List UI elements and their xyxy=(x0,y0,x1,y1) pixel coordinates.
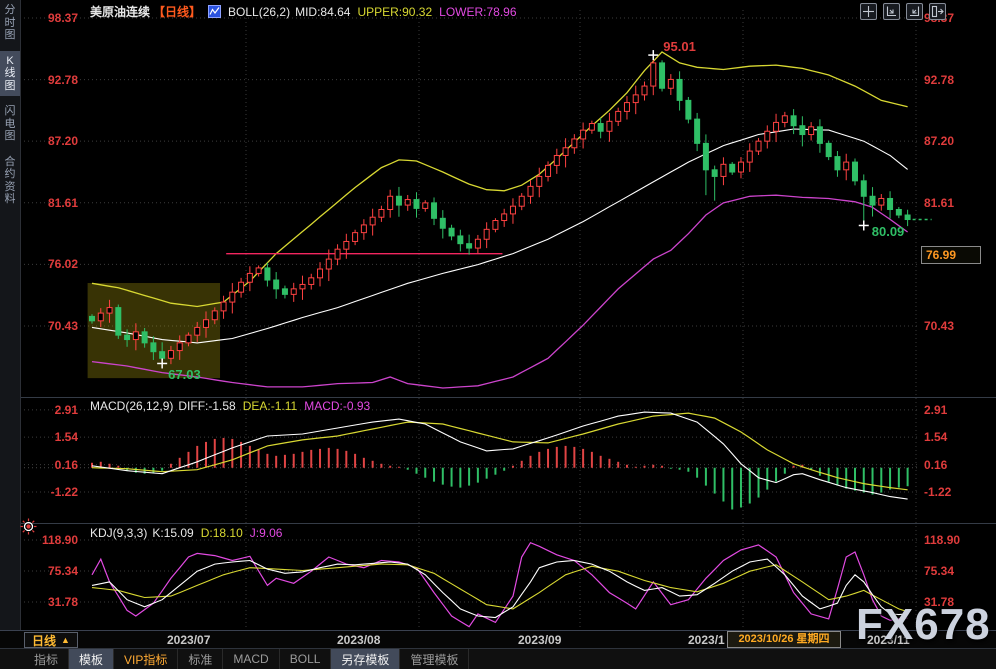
price-annotation: 80.09 xyxy=(871,224,905,240)
boll-mid-value: MID:84.64 xyxy=(295,4,351,19)
main-axis-label-left: 92.78 xyxy=(47,72,78,87)
price-annotation: 67.03 xyxy=(168,367,201,383)
macd-axis-label-left: 1.54 xyxy=(54,430,78,445)
boll-upper-value: UPPER:90.32 xyxy=(357,4,433,19)
macd-axis-label-left: 0.16 xyxy=(54,457,78,472)
trading-terminal: 分时图 K线图闪电图合约资料 美原油连续 【日线】 BOLL(26,2) MID:… xyxy=(0,0,996,669)
macd-axis-label-left: 2.91 xyxy=(54,402,78,417)
sidebar-item-分时图[interactable]: 分时图 xyxy=(0,0,20,46)
main-axis-label-left: 81.61 xyxy=(47,195,78,210)
kdj-axis-label-left: 118.90 xyxy=(41,532,78,547)
kdj-title: KDJ(9,3,3) xyxy=(90,526,148,540)
crosshair-pan-icon[interactable] xyxy=(860,3,877,20)
kdj-d-value: D:18.10 xyxy=(200,526,243,540)
main-axis-label-left: 87.20 xyxy=(47,134,78,149)
fx678-watermark: FX678 xyxy=(856,600,991,649)
tab-VIP指标[interactable]: VIP指标 xyxy=(114,649,179,669)
kdj-axis-label-right: 118.90 xyxy=(924,532,961,547)
kdj-axis-label-left: 75.34 xyxy=(47,563,78,578)
main-axis-label-right: 70.43 xyxy=(924,318,955,333)
price-annotation: 95.01 xyxy=(663,39,696,55)
main-axis-label-left: 98.37 xyxy=(47,11,78,26)
axis-scale-left-icon[interactable] xyxy=(883,3,900,20)
macd-axis-label-right: 0.16 xyxy=(924,457,948,472)
tab-管理模板[interactable]: 管理模板 xyxy=(400,649,470,669)
main-axis-label-left: 76.02 xyxy=(47,257,78,272)
period-tag: 【日线】 xyxy=(153,5,202,19)
macd-title: MACD(26,12,9) xyxy=(90,399,174,413)
tab-指标[interactable]: 指标 xyxy=(24,649,70,669)
kdj-axis-label-right: 75.34 xyxy=(924,563,955,578)
tab-标准[interactable]: 标准 xyxy=(178,649,224,669)
main-axis-label-left: 70.43 xyxy=(47,318,78,333)
macd-axis-label-left: -1.22 xyxy=(50,484,78,499)
macd-axis-label-right: 1.54 xyxy=(924,430,948,445)
macd-value: MACD:-0.93 xyxy=(304,399,371,413)
macd-diff-value: DIFF:-1.58 xyxy=(178,399,236,413)
period-label: 日线 xyxy=(32,633,57,648)
left-sidebar: 分时图 K线图闪电图合约资料 xyxy=(0,0,21,630)
main-chart-header: 美原油连续 【日线】 BOLL(26,2) MID:84.64 UPPER:90… xyxy=(90,3,517,20)
main-axis-label-right: 92.78 xyxy=(924,72,955,87)
exit-chart-icon[interactable] xyxy=(929,3,946,20)
date-label: 2023/08 xyxy=(337,633,381,647)
kdj-k-value: K:15.09 xyxy=(152,526,194,540)
chart-toolbar xyxy=(860,3,946,20)
macd-axis-label-right: 2.91 xyxy=(924,402,948,417)
macd-dea-value: DEA:-1.11 xyxy=(242,399,298,413)
kdj-header: KDJ(9,3,3) K:15.09 D:18.10 J:9.06 xyxy=(90,526,282,540)
axis-scale-right-icon[interactable] xyxy=(906,3,923,20)
macd-axis-label-right: -1.22 xyxy=(924,484,952,499)
crosshair-date-tag: 2023/10/26 星期四 xyxy=(727,631,841,648)
sidebar-item-合约资料[interactable]: 合约资料 xyxy=(0,152,20,210)
indicator-chart-icon[interactable] xyxy=(208,5,222,18)
symbol-name: 美原油连续 xyxy=(90,5,151,19)
tab-另存模板[interactable]: 另存模板 xyxy=(331,649,401,669)
date-label: 2023/1 xyxy=(688,633,725,647)
kdj-axis-label-left: 31.78 xyxy=(47,594,78,609)
period-selector[interactable]: 日线 ▲ xyxy=(24,632,78,648)
date-label: 2023/07 xyxy=(167,633,211,647)
chart-canvas[interactable] xyxy=(0,0,996,669)
date-label: 2023/09 xyxy=(518,633,562,647)
indicator-settings-icon[interactable] xyxy=(20,518,37,535)
main-axis-label-right: 81.61 xyxy=(924,195,955,210)
chevron-up-icon: ▲ xyxy=(61,635,70,645)
sidebar-item-闪电图[interactable]: 闪电图 xyxy=(0,101,20,147)
sidebar-item-K线图[interactable]: K线图 xyxy=(0,50,20,96)
time-axis: 日线 ▲ 2023/07 2023/08 2023/09 2023/1 2023/11 … xyxy=(0,630,996,649)
tab-MACD[interactable]: MACD xyxy=(223,649,280,669)
main-axis-label-right: 87.20 xyxy=(924,134,955,149)
boll-params: BOLL(26,2) xyxy=(228,4,291,19)
hline-price-tag: 76.99 xyxy=(921,245,981,264)
kdj-j-value: J:9.06 xyxy=(249,526,283,540)
tab-BOLL[interactable]: BOLL xyxy=(280,649,332,669)
macd-header: MACD(26,12,9) DIFF:-1.58 DEA:-1.11 MACD:… xyxy=(90,399,370,413)
boll-lower-value: LOWER:78.96 xyxy=(439,4,517,19)
bottom-tab-bar: 指标 模板 VIP指标 标准 MACD BOLL 另存模板 管理模板 xyxy=(0,648,996,669)
tab-模板[interactable]: 模板 xyxy=(69,649,115,669)
